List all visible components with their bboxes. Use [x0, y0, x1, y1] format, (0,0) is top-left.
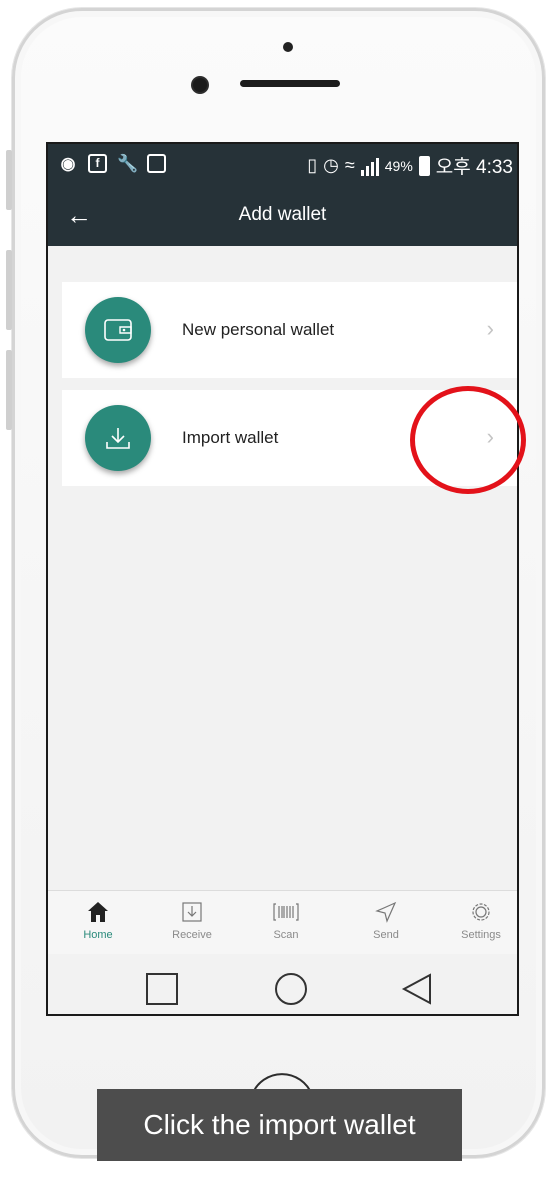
nav-home[interactable]: Home — [58, 899, 138, 941]
instruction-caption: Click the import wallet — [97, 1089, 462, 1161]
new-personal-wallet-label: New personal wallet — [182, 320, 335, 339]
front-camera — [193, 78, 207, 92]
facebook-icon: f — [88, 154, 107, 173]
nav-settings-label: Settings — [461, 929, 501, 941]
import-wallet-label: Import wallet — [182, 428, 279, 447]
nav-settings[interactable]: Settings — [441, 899, 517, 941]
chevron-right-icon: › — [486, 316, 494, 341]
nav-send[interactable]: Send — [346, 899, 426, 941]
side-button-volume-down — [6, 350, 12, 430]
new-personal-wallet-option[interactable]: New personal wallet › — [62, 282, 517, 378]
alarm-icon: ◷ — [323, 155, 339, 175]
nav-scan[interactable]: Scan — [246, 899, 326, 941]
nav-send-label: Send — [373, 929, 399, 941]
download-icon — [85, 405, 151, 471]
recent-apps-icon[interactable] — [146, 973, 178, 1005]
barcode-icon — [246, 899, 326, 925]
system-navigation-bar — [48, 954, 517, 1014]
status-system-icons: ▯ ◷ ≈ 49% 오후 4:33 — [307, 152, 513, 179]
battery-icon — [418, 155, 430, 176]
wrench-icon: 🔧 — [117, 154, 139, 173]
back-triangle-icon[interactable] — [401, 973, 431, 1005]
page-title: Add wallet — [238, 204, 327, 225]
nav-scan-label: Scan — [273, 929, 299, 941]
status-notification-icons: ◉ f 🔧 — [58, 154, 166, 174]
sensor-dot — [283, 42, 293, 52]
nav-home-label: Home — [83, 929, 113, 941]
send-icon — [346, 899, 426, 925]
side-button-volume-up — [6, 250, 12, 330]
title-bar: ← Add wallet — [48, 186, 517, 246]
vibrate-icon: ▯ — [307, 155, 318, 175]
wallet-icon — [85, 297, 151, 363]
system-nav-buttons — [146, 973, 431, 1005]
status-bar: ◉ f 🔧 ▯ ◷ ≈ 49% 오후 4:33 — [48, 144, 517, 186]
nav-receive-label: Receive — [172, 929, 212, 941]
home-icon — [58, 899, 138, 925]
app-notification-icon: ◉ — [60, 154, 76, 173]
receive-icon — [152, 899, 232, 925]
battery-percent: 49% — [384, 157, 413, 174]
wifi-icon: ≈ — [344, 155, 355, 175]
signal-icon — [360, 156, 379, 176]
app-bar: ◉ f 🔧 ▯ ◷ ≈ 49% 오후 4:33 ← Add wallet — [48, 144, 517, 246]
gear-icon — [441, 899, 517, 925]
nav-receive[interactable]: Receive — [152, 899, 232, 941]
bottom-navigation: Home Receive Scan Send Settings — [48, 890, 517, 955]
image-icon — [147, 154, 166, 173]
earpiece-speaker — [240, 80, 340, 87]
status-time: 오후 4:33 — [435, 157, 513, 178]
side-button-mute — [6, 150, 12, 210]
home-circle-icon[interactable] — [275, 973, 307, 1005]
highlight-circle — [410, 386, 526, 494]
phone-screen: ◉ f 🔧 ▯ ◷ ≈ 49% 오후 4:33 ← Add wallet New… — [46, 142, 519, 1016]
